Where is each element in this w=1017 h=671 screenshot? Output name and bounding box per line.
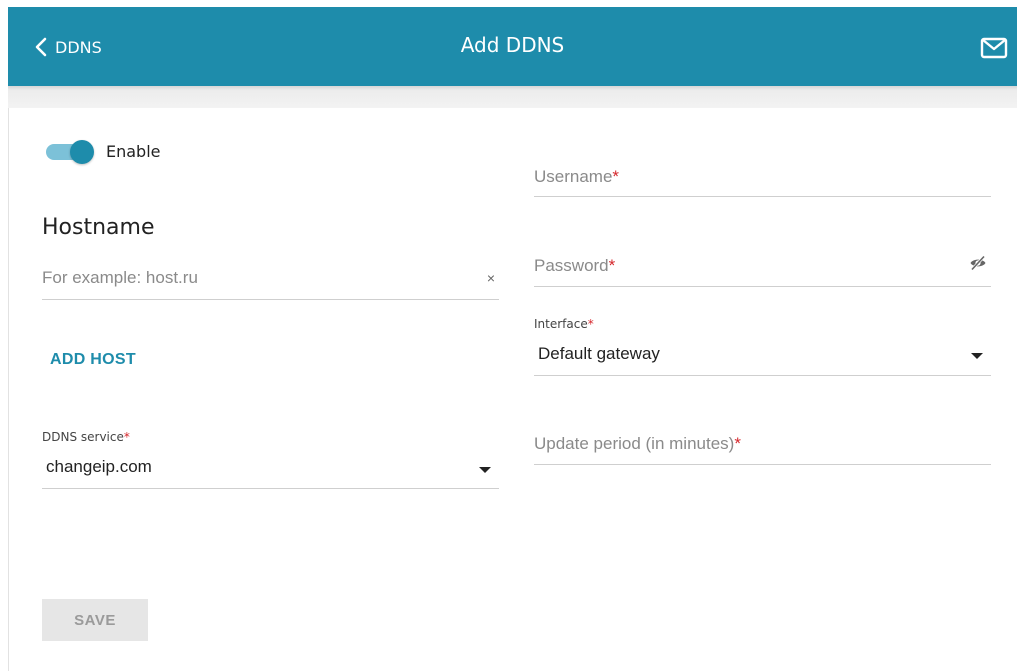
update-period-input[interactable]: Update period (in minutes)* [534,425,991,465]
mail-icon[interactable] [980,37,1008,64]
page-title: Add DDNS [460,33,565,57]
hostname-input[interactable]: For example: host.ru × [42,262,499,300]
username-placeholder-text: Username [534,167,613,186]
interface-select[interactable]: Default gateway [534,334,991,376]
hostname-placeholder: For example: host.ru [42,268,198,287]
clear-icon[interactable]: × [487,270,495,286]
toggle-knob [70,140,94,164]
required-mark: * [123,430,130,444]
caret-down-icon[interactable] [479,467,491,473]
update-period-placeholder: Update period (in minutes)* [534,434,741,454]
required-mark: * [612,167,620,186]
interface-value: Default gateway [538,344,660,363]
eye-off-icon[interactable] [969,254,987,277]
required-mark: * [734,434,741,453]
hostname-title: Hostname [42,215,155,240]
username-placeholder: Username* [534,167,619,187]
save-button[interactable]: SAVE [42,599,148,641]
top-bar: DDNS Add DDNS [8,7,1017,86]
required-mark: * [587,317,594,331]
interface-label-text: Interface [534,317,588,331]
enable-label: Enable [106,142,161,161]
interface-label: Interface* [534,317,594,331]
required-mark: * [608,256,616,275]
update-period-placeholder-text: Update period (in minutes) [534,434,735,453]
ddns-service-label-text: DDNS service [42,430,124,444]
ddns-service-select[interactable]: changeip.com [42,448,499,489]
header-shadow-bar [8,86,1017,108]
password-placeholder: Password* [534,256,615,276]
ddns-service-label: DDNS service* [42,430,130,444]
password-placeholder-text: Password [534,256,609,275]
ddns-service-value: changeip.com [46,457,152,476]
enable-toggle[interactable] [46,140,94,164]
password-input[interactable]: Password* [534,248,991,287]
username-input[interactable]: Username* [534,160,991,197]
add-host-button[interactable]: ADD HOST [50,351,136,369]
caret-down-icon[interactable] [971,353,983,359]
